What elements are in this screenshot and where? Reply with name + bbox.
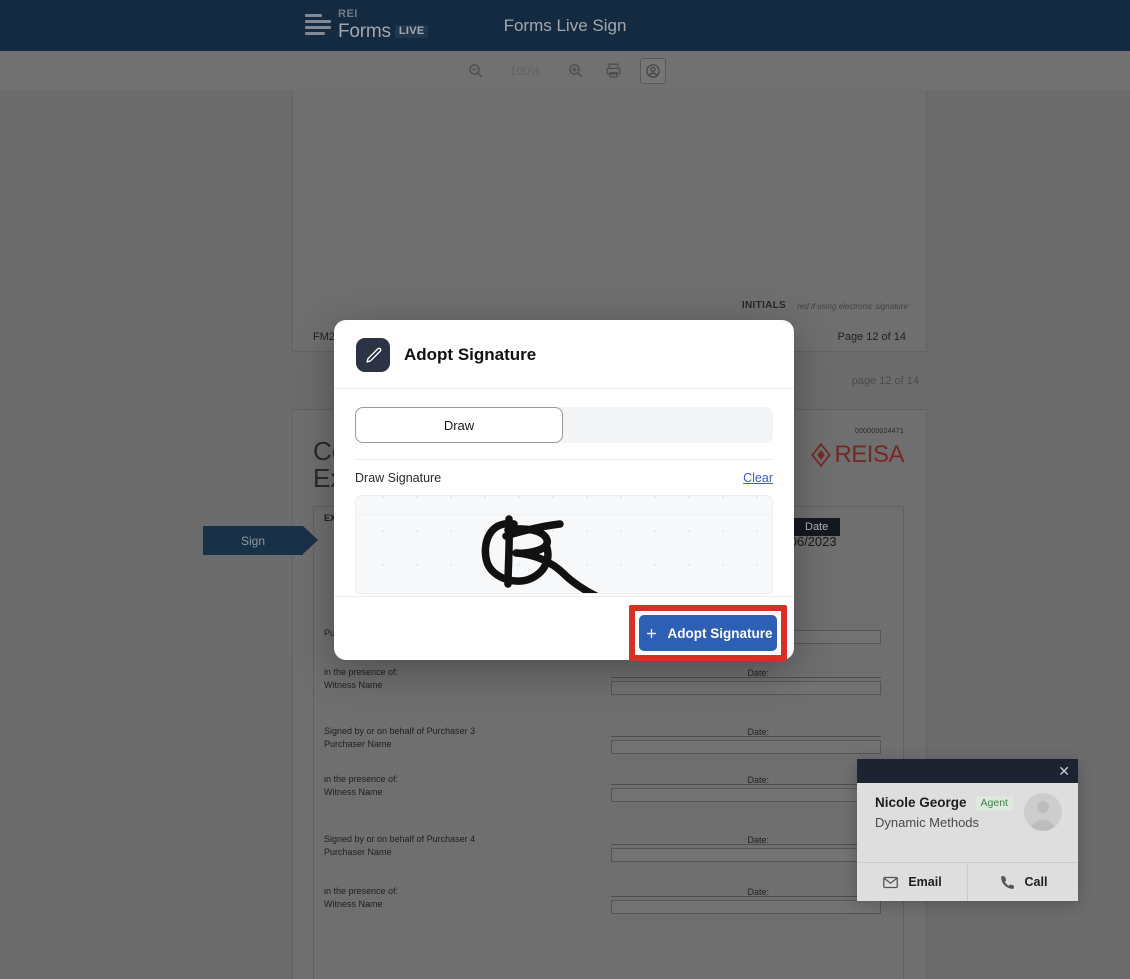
email-label: Email bbox=[908, 875, 942, 889]
agent-card-actions: Email Call bbox=[857, 862, 1078, 901]
agent-card-titlebar: ✕ bbox=[857, 759, 1078, 783]
tab-draw[interactable]: Draw bbox=[355, 407, 563, 443]
call-button[interactable]: Call bbox=[967, 863, 1078, 901]
close-icon[interactable]: ✕ bbox=[1058, 763, 1070, 780]
draw-signature-label: Draw Signature bbox=[355, 471, 442, 485]
agent-card-body: Nicole George Agent Dynamic Methods bbox=[857, 783, 1078, 862]
dialog-header: Adopt Signature bbox=[334, 320, 794, 389]
dialog-footer: Adopt Signature bbox=[334, 596, 794, 661]
adopt-signature-dialog: Adopt Signature Draw Draw Signature Clea… bbox=[334, 320, 794, 661]
avatar bbox=[1024, 793, 1062, 831]
pencil-icon bbox=[356, 338, 390, 372]
signature-mode-tabs: Draw bbox=[355, 407, 773, 443]
plus-icon bbox=[646, 628, 656, 638]
drawn-signature-ink bbox=[481, 515, 599, 593]
avatar-icon bbox=[1030, 801, 1056, 831]
call-label: Call bbox=[1024, 875, 1048, 889]
agent-contact-card: ✕ Nicole George Agent Dynamic Methods Em… bbox=[857, 759, 1078, 901]
app-root: REI Forms LIVE Forms Live Sign 100% INIT… bbox=[0, 0, 1130, 979]
dialog-title: Adopt Signature bbox=[404, 345, 537, 364]
envelope-icon bbox=[883, 876, 899, 888]
agent-name: Nicole George bbox=[875, 795, 967, 810]
clear-link[interactable]: Clear bbox=[743, 471, 773, 485]
adopt-signature-button[interactable]: Adopt Signature bbox=[639, 615, 777, 651]
status-badge: Agent bbox=[975, 795, 1013, 810]
draw-signature-header: Draw Signature Clear bbox=[355, 471, 773, 485]
adopt-signature-label: Adopt Signature bbox=[667, 625, 773, 641]
adopt-signature-highlight: Adopt Signature bbox=[629, 605, 787, 661]
email-button[interactable]: Email bbox=[857, 863, 967, 901]
signature-canvas[interactable] bbox=[355, 495, 773, 594]
phone-icon bbox=[1000, 875, 1014, 889]
